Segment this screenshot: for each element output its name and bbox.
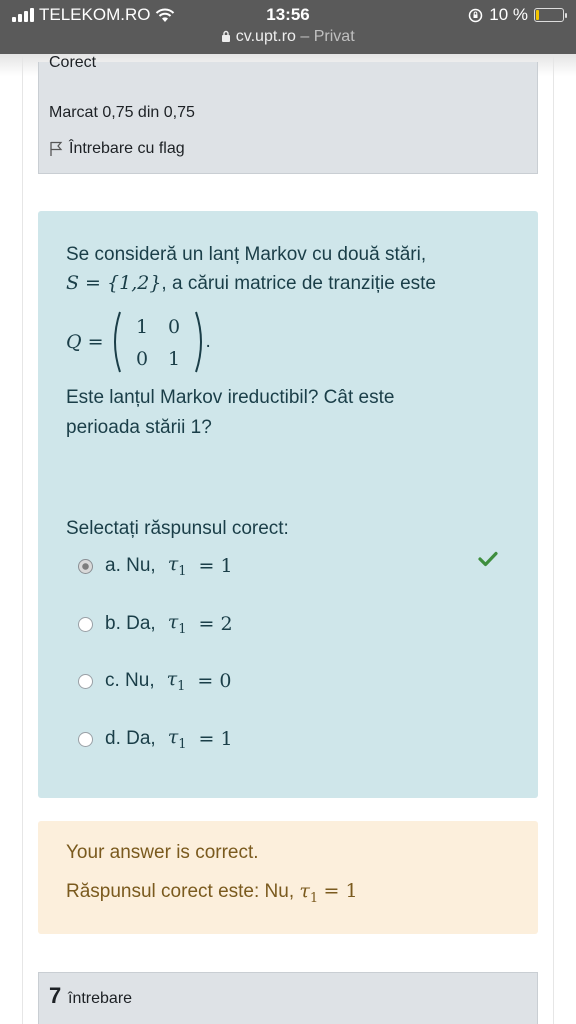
address-bar[interactable]: cv.upt.ro – Privat [0, 28, 576, 46]
next-question-info: 7 întrebare [38, 972, 538, 1024]
flag-label: Întrebare cu flag [69, 140, 185, 157]
transition-matrix: Q = 1 0 0 1 . [66, 309, 266, 375]
feedback-box: Your answer is correct. Răspunsul corect… [38, 821, 538, 934]
option-d-eq: = 1 [198, 728, 233, 750]
option-c[interactable]: c. Nu, τ1 = 0 [78, 665, 231, 697]
flag-icon [50, 141, 63, 156]
question-line-1: Se consideră un lanț Markov cu două stăr… [66, 244, 427, 265]
status-bar: TELEKOM.RO 13:56 cv.upt.ro – Privat 10 % [0, 0, 576, 54]
option-a-radio[interactable] [78, 558, 93, 574]
next-question-number: 7 [49, 983, 62, 1008]
matrix-cell-0-1: 0 [168, 316, 180, 338]
option-b-math: τ1 [167, 611, 187, 637]
option-c-math: τ1 [166, 668, 186, 694]
question-line-4: perioada stării 1? [66, 417, 212, 438]
question-state: Corect [49, 54, 97, 71]
answer-prompt: Selectați răspunsul corect: [66, 518, 289, 539]
question-content: Se consideră un lanț Markov cu două stăr… [38, 211, 538, 798]
feedback-correct-prefix: Răspunsul corect este: Nu, [66, 881, 295, 902]
feedback-correct-eq: = 1 [323, 880, 358, 902]
flag-question-button[interactable]: Întrebare cu flag [49, 140, 185, 158]
option-b-eq: = 2 [198, 613, 233, 635]
question-line-3: Este lanțul Markov ireductibil? Cât este [66, 387, 395, 408]
left-paren [113, 311, 121, 373]
option-c-eq: = 0 [197, 670, 232, 692]
option-c-prefix: c. Nu, [105, 670, 155, 691]
lock-icon [222, 30, 231, 42]
question-info: Corect Marcat 0,75 din 0,75 Întrebare cu… [38, 54, 538, 174]
status-right: 10 % [468, 5, 567, 25]
option-a-eq: = 1 [198, 555, 233, 577]
feedback-correct-answer: Răspunsul corect este: Nu, τ1 = 1 [66, 880, 358, 906]
matrix-svg: 1 0 0 1 [113, 311, 202, 373]
option-b-radio[interactable] [78, 616, 93, 632]
option-c-radio[interactable] [78, 673, 93, 689]
question-line-2-rest: , a cărui matrice de tranziție este [161, 273, 436, 294]
url-text: cv.upt.ro [235, 28, 296, 45]
option-d-prefix: d. Da, [105, 728, 156, 749]
matrix-cell-1-0: 0 [136, 348, 148, 370]
option-d-radio[interactable] [78, 731, 93, 747]
orientation-lock-icon [469, 8, 483, 22]
state-set-math: S = {1,2} [66, 272, 162, 294]
option-d-math: τ1 [167, 726, 187, 752]
next-question-label: întrebare [68, 990, 133, 1007]
feedback-correct-math: τ1 [299, 880, 319, 906]
option-b[interactable]: b. Da, τ1 = 2 [78, 608, 233, 640]
matrix-tail: . [205, 331, 211, 352]
battery-percent: 10 % [489, 5, 528, 24]
battery-icon [534, 8, 567, 22]
feedback-result: Your answer is correct. [66, 842, 259, 863]
option-a-math: τ1 [167, 553, 187, 579]
question-marks: Marcat 0,75 din 0,75 [49, 104, 195, 121]
matrix-cell-0-0: 1 [136, 316, 148, 338]
privacy-label: – Privat [300, 28, 355, 45]
option-d[interactable]: d. Da, τ1 = 1 [78, 723, 233, 755]
option-a[interactable]: a. Nu, τ1 = 1 [78, 550, 233, 582]
question-line-2: S = {1,2}, a cărui matrice de tranziție … [66, 269, 436, 298]
option-b-prefix: b. Da, [105, 613, 156, 634]
right-paren [194, 311, 202, 373]
battery-level [536, 10, 539, 20]
matrix-lhs: Q = [66, 331, 104, 353]
correct-check-icon [478, 551, 498, 567]
option-a-prefix: a. Nu, [105, 555, 156, 576]
matrix-cell-1-1: 1 [168, 348, 180, 370]
